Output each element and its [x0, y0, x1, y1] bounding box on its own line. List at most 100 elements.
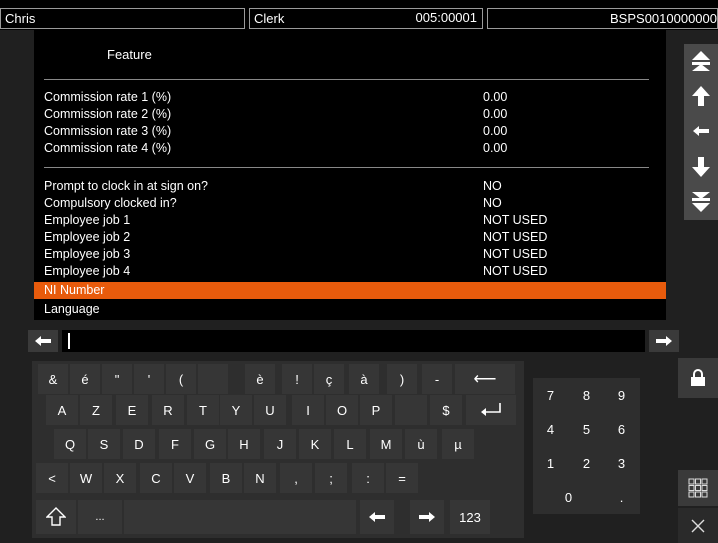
key-colon[interactable]: : [352, 463, 384, 493]
key-c-cedilla[interactable]: ç [314, 364, 344, 394]
list-row-employee-job-1[interactable]: Employee job 1 NOT USED [44, 212, 656, 229]
key-J[interactable]: J [264, 429, 296, 459]
key-D[interactable]: D [123, 429, 155, 459]
key-O[interactable]: O [326, 395, 358, 425]
key-N[interactable]: N [244, 463, 276, 493]
row-value: 0.00 [483, 107, 508, 121]
numpad-dot[interactable]: . [604, 480, 639, 514]
text-input[interactable] [62, 330, 645, 352]
row-label: Commission rate 3 (%) [44, 124, 172, 138]
list-row-commission-3[interactable]: Commission rate 3 (%) 0.00 [44, 123, 656, 140]
numpad-6[interactable]: 6 [604, 412, 639, 446]
key-exclamation[interactable]: ! [282, 364, 312, 394]
key-W[interactable]: W [70, 463, 102, 493]
key-H[interactable]: H [228, 429, 260, 459]
numpad-3[interactable]: 3 [604, 446, 639, 480]
arrow-right-icon [419, 512, 435, 522]
close-icon [691, 519, 705, 532]
key-dollar[interactable]: $ [430, 395, 462, 425]
key-less-than[interactable]: < [36, 463, 68, 493]
divider-top [44, 79, 649, 80]
row-label: Language [44, 302, 100, 316]
key-e-acute[interactable]: é [70, 364, 100, 394]
key-G[interactable]: G [194, 429, 226, 459]
list-row-commission-1[interactable]: Commission rate 1 (%) 0.00 [44, 89, 656, 106]
list-row-prompt-clock-in[interactable]: Prompt to clock in at sign on? NO [44, 178, 656, 195]
scroll-column [684, 44, 718, 220]
key-Z[interactable]: Z [80, 395, 112, 425]
on-screen-keyboard: & é " ' ( è ! ç à ) - ⟵ A Z E R T Y U I … [32, 361, 524, 538]
key-U[interactable]: U [254, 395, 286, 425]
key-T[interactable]: T [187, 395, 219, 425]
key-symbols[interactable]: ... [78, 500, 122, 534]
key-A[interactable]: A [46, 395, 78, 425]
key-e-grave[interactable]: è [245, 364, 275, 394]
scroll-bottom-button[interactable] [684, 185, 718, 219]
key-P[interactable]: P [360, 395, 392, 425]
key-semicolon[interactable]: ; [315, 463, 347, 493]
key-C[interactable]: C [140, 463, 172, 493]
key-u-grave[interactable]: ù [405, 429, 437, 459]
scroll-up-button[interactable] [684, 79, 718, 113]
key-S[interactable]: S [88, 429, 120, 459]
key-R[interactable]: R [152, 395, 184, 425]
numpad-8[interactable]: 8 [569, 378, 604, 412]
key-equals[interactable]: = [386, 463, 418, 493]
numpad-9[interactable]: 9 [604, 378, 639, 412]
numpad-7[interactable]: 7 [533, 378, 568, 412]
enter-key[interactable] [466, 395, 516, 425]
list-row-commission-2[interactable]: Commission rate 2 (%) 0.00 [44, 106, 656, 123]
key-Y[interactable]: Y [220, 395, 252, 425]
key-K[interactable]: K [299, 429, 331, 459]
key-V[interactable]: V [174, 463, 206, 493]
back-button[interactable] [684, 114, 718, 148]
key-Q[interactable]: Q [54, 429, 86, 459]
list-row-compulsory-clocked[interactable]: Compulsory clocked in? NO [44, 195, 656, 212]
key-F[interactable]: F [159, 429, 191, 459]
list-row-employee-job-2[interactable]: Employee job 2 NOT USED [44, 229, 656, 246]
list-row-commission-4[interactable]: Commission rate 4 (%) 0.00 [44, 140, 656, 157]
mode-123-key[interactable]: 123 [450, 500, 490, 534]
key-close-paren[interactable]: ) [387, 364, 417, 394]
key-I[interactable]: I [292, 395, 324, 425]
key-ampersand[interactable]: & [38, 364, 68, 394]
key-micro[interactable]: µ [442, 429, 474, 459]
key-M[interactable]: M [370, 429, 402, 459]
list-row-ni-number-selected[interactable]: NI Number [34, 282, 666, 299]
scroll-down-button[interactable] [684, 150, 718, 184]
key-open-paren[interactable]: ( [166, 364, 196, 394]
list-row-employee-job-3[interactable]: Employee job 3 NOT USED [44, 246, 656, 263]
key-comma[interactable]: , [280, 463, 312, 493]
key-blank-1[interactable] [198, 364, 228, 394]
numpad-2[interactable]: 2 [569, 446, 604, 480]
key-backspace[interactable]: ⟵ [455, 364, 515, 394]
lock-icon [691, 369, 705, 386]
cursor-right-key[interactable] [410, 500, 444, 534]
row-label: Commission rate 2 (%) [44, 107, 172, 121]
key-double-quote[interactable]: " [102, 364, 132, 394]
key-E[interactable]: E [116, 395, 148, 425]
space-key[interactable] [124, 500, 356, 534]
list-row-language[interactable]: Language [44, 301, 656, 318]
list-row-employee-job-4[interactable]: Employee job 4 NOT USED [44, 263, 656, 280]
grid-button[interactable] [678, 470, 718, 506]
numpad-4[interactable]: 4 [533, 412, 568, 446]
shift-key[interactable] [36, 500, 76, 534]
close-button[interactable] [678, 508, 718, 543]
key-blank-2[interactable] [395, 395, 427, 425]
key-apostrophe[interactable]: ' [134, 364, 164, 394]
lock-button[interactable] [678, 358, 718, 398]
cursor-left-key[interactable] [360, 500, 394, 534]
key-minus[interactable]: - [422, 364, 452, 394]
input-right-button[interactable] [649, 330, 679, 352]
numpad-5[interactable]: 5 [569, 412, 604, 446]
key-X[interactable]: X [104, 463, 136, 493]
key-B[interactable]: B [210, 463, 242, 493]
key-a-grave[interactable]: à [349, 364, 379, 394]
numpad-1[interactable]: 1 [533, 446, 568, 480]
input-left-button[interactable] [28, 330, 58, 352]
numpad-0[interactable]: 0 [533, 480, 604, 514]
row-label: Employee job 3 [44, 247, 131, 261]
key-L[interactable]: L [334, 429, 366, 459]
scroll-top-button[interactable] [684, 44, 718, 78]
